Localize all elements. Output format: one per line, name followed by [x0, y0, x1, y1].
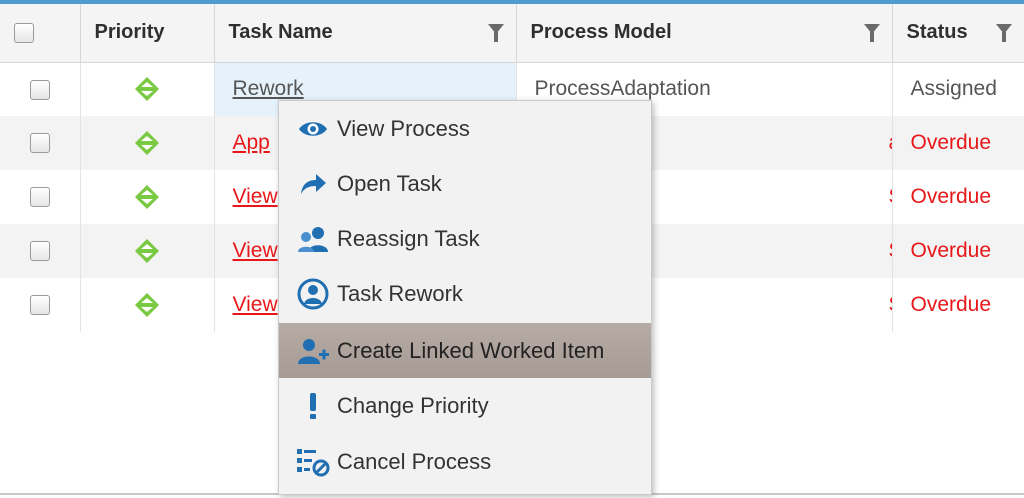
- task-name-link[interactable]: View: [233, 185, 278, 208]
- task-name-column-header[interactable]: Task Name: [214, 4, 517, 63]
- menu-item-label: Open Task: [337, 170, 442, 196]
- menu-item-reassign-task[interactable]: Reassign Task: [279, 211, 651, 266]
- menu-item-change-priority[interactable]: Change Priority: [279, 378, 651, 433]
- status-cell: Overdue: [910, 293, 992, 316]
- status-cell: Overdue: [910, 239, 992, 262]
- menu-item-label: Task Rework: [337, 280, 463, 306]
- select-all-checkbox[interactable]: [14, 22, 34, 43]
- table-header-row: Priority Task Name Process Model Status: [0, 4, 1024, 63]
- share-arrow-icon: [295, 166, 331, 202]
- task-name-link[interactable]: Rework: [233, 77, 304, 100]
- status-header-label: Status: [906, 21, 968, 44]
- row-checkbox[interactable]: [29, 133, 50, 154]
- exclamation-icon: [295, 388, 331, 424]
- status-column-header[interactable]: Status: [892, 4, 1024, 63]
- menu-item-cancel-process[interactable]: Cancel Process: [279, 434, 651, 489]
- process-model-header-label: Process Model: [530, 21, 672, 44]
- add-user-icon: [295, 333, 331, 369]
- priority-column-header[interactable]: Priority: [80, 4, 215, 63]
- menu-item-label: Create Linked Worked Item: [337, 337, 605, 363]
- priority-normal-icon: [135, 185, 159, 209]
- menu-item-view-process[interactable]: View Process: [279, 101, 651, 156]
- process-model-cell: S: [889, 293, 892, 316]
- menu-item-open-task[interactable]: Open Task: [279, 156, 651, 211]
- user-circle-icon: [295, 276, 331, 312]
- process-model-filter-icon[interactable]: [863, 24, 880, 42]
- menu-item-label: View Process: [337, 115, 470, 141]
- process-model-cell: S: [889, 185, 892, 208]
- select-all-header: [0, 4, 81, 63]
- task-name-link[interactable]: View: [233, 239, 278, 262]
- row-checkbox[interactable]: [29, 241, 50, 262]
- status-filter-icon[interactable]: [995, 24, 1012, 42]
- users-icon: [295, 221, 331, 257]
- priority-normal-icon: [135, 293, 159, 317]
- process-model-column-header[interactable]: Process Model: [516, 4, 893, 63]
- status-cell: Overdue: [910, 185, 992, 208]
- task-name-filter-icon[interactable]: [487, 24, 504, 42]
- priority-normal-icon: [135, 239, 159, 263]
- menu-item-label: Reassign Task: [337, 225, 480, 251]
- eye-icon: [295, 111, 331, 147]
- status-cell: Assigned: [910, 77, 997, 101]
- menu-item-label: Change Priority: [337, 392, 489, 418]
- cancel-process-icon: [295, 444, 331, 480]
- process-model-cell: ProcessAdaptation: [534, 77, 711, 101]
- row-checkbox[interactable]: [29, 187, 50, 208]
- priority-normal-icon: [135, 77, 159, 102]
- process-model-cell: S: [889, 239, 892, 262]
- task-name-header-label: Task Name: [228, 21, 333, 44]
- task-name-link[interactable]: View: [233, 293, 278, 316]
- task-name-link[interactable]: App: [233, 131, 270, 154]
- priority-header-label: Priority: [94, 21, 165, 44]
- menu-item-task-rework[interactable]: Task Rework: [279, 266, 651, 321]
- row-checkbox[interactable]: [29, 295, 50, 316]
- row-checkbox[interactable]: [29, 79, 50, 100]
- task-context-menu: View Process Open Task Reassign Task Tas…: [278, 100, 652, 495]
- status-cell: Overdue: [910, 131, 992, 154]
- process-model-cell: aracters: [889, 131, 892, 154]
- menu-item-label: Cancel Process: [337, 448, 492, 474]
- menu-item-create-linked-work-item[interactable]: Create Linked Worked Item: [279, 323, 651, 378]
- priority-normal-icon: [135, 131, 159, 155]
